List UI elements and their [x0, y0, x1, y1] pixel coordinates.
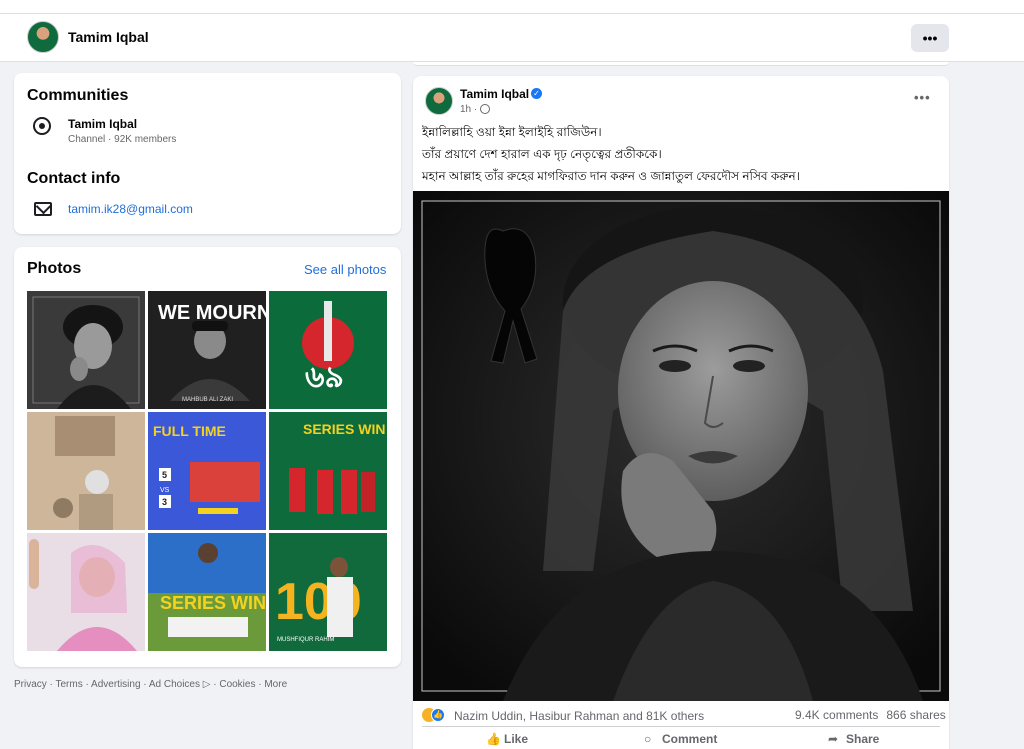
engagement-counts: 9.4K comments 866 shares [795, 708, 946, 722]
photos-title: Photos [27, 260, 82, 277]
share-arrow-icon: ➦ [828, 732, 839, 746]
speech-bubble-icon: ○ [644, 732, 652, 746]
post-text-line-1: ইন্নালিল্লাহি ওয়া ইন্না ইলাইহি রাজিউন। [422, 125, 602, 139]
photo-tile-2[interactable]: WE MOURN MAHBUB ALI ZAKI [148, 291, 266, 409]
photo-tile-2-caption: WE MOURN [158, 302, 266, 324]
profile-avatar[interactable] [27, 21, 59, 53]
see-all-photos-link[interactable]: See all photos [304, 262, 386, 277]
reaction-icons[interactable]: 👍 [422, 708, 452, 722]
comment-button[interactable]: ○ Comment [644, 732, 717, 746]
photo-tile-6-caption: SERIES WIN [303, 421, 385, 437]
post-image[interactable] [413, 191, 949, 701]
post-text-line-2: তাঁর প্রয়াণে দেশ হারাল এক দৃঢ় নেতৃত্বে… [422, 147, 662, 161]
post-text-line-3: মহান আল্লাহ তাঁর রুহের মাগফিরাত দান করুন… [422, 169, 800, 183]
share-label: Share [846, 732, 880, 746]
globe-icon [480, 104, 490, 114]
like-button[interactable]: 👍 Like [486, 732, 528, 746]
profile-more-button[interactable]: ••• [911, 24, 949, 52]
share-button[interactable]: ➦ Share [828, 732, 879, 746]
photo-tile-5-vs: VS [160, 487, 170, 494]
profile-name[interactable]: Tamim Iqbal [68, 29, 149, 45]
comments-count[interactable]: 9.4K comments [795, 708, 878, 722]
channel-icon [33, 117, 51, 135]
post-more-button[interactable]: ••• [914, 90, 931, 105]
community-item-meta: Channel · 92K members [68, 134, 177, 145]
photo-tile-5[interactable]: FULL TIME 5 VS 3 [148, 412, 266, 530]
top-strip [0, 0, 1024, 14]
previous-post-edge [413, 62, 949, 66]
mail-icon [34, 202, 52, 216]
photo-tile-5-score-a: 5 [162, 470, 167, 480]
like-label: Like [504, 732, 529, 746]
verified-badge-icon: ✓ [531, 88, 542, 99]
photo-tile-5-score-b: 3 [162, 497, 167, 507]
thumbs-up-icon: 👍 [486, 732, 501, 746]
photo-tile-3-caption: ৬৯ [305, 360, 344, 395]
photo-tile-1[interactable] [27, 291, 145, 409]
post-timestamp[interactable]: 1h · [460, 104, 477, 115]
reactions-summary[interactable]: Nazim Uddin, Hasibur Rahman and 81K othe… [454, 709, 704, 723]
photo-tile-6[interactable]: SERIES WIN [269, 412, 387, 530]
photo-tile-2-sub: MAHBUB ALI ZAKI [182, 397, 233, 403]
photo-tile-3[interactable]: ৬৯ [269, 291, 387, 409]
photo-tile-5-caption: FULL TIME [153, 423, 226, 439]
community-item-name[interactable]: Tamim Iqbal [68, 117, 137, 131]
comment-label: Comment [662, 732, 718, 746]
communities-title: Communities [27, 87, 129, 104]
post-actions-divider [422, 726, 940, 727]
shares-count[interactable]: 866 shares [886, 708, 945, 722]
email-link[interactable]: tamim.ik28@gmail.com [68, 202, 193, 216]
profile-header-bar: Tamim Iqbal ••• [0, 14, 1024, 62]
post-author-avatar[interactable] [425, 87, 453, 115]
photo-tile-9-sub: MUSHFIQUR RAHIM [277, 637, 334, 643]
photo-tile-8-caption: SERIES WIN [160, 593, 266, 613]
photo-tile-4[interactable] [27, 412, 145, 530]
post-author-name[interactable]: Tamim Iqbal [460, 87, 529, 101]
photo-tile-7[interactable] [27, 533, 145, 651]
contact-info-title: Contact info [27, 170, 121, 187]
footer-links[interactable]: Privacy · Terms · Advertising · Ad Choic… [14, 679, 287, 690]
photo-tile-8[interactable]: SERIES WIN [148, 533, 266, 651]
like-reaction-icon: 👍 [431, 708, 445, 722]
photo-tile-9[interactable]: 100 MUSHFIQUR RAHIM [269, 533, 387, 651]
